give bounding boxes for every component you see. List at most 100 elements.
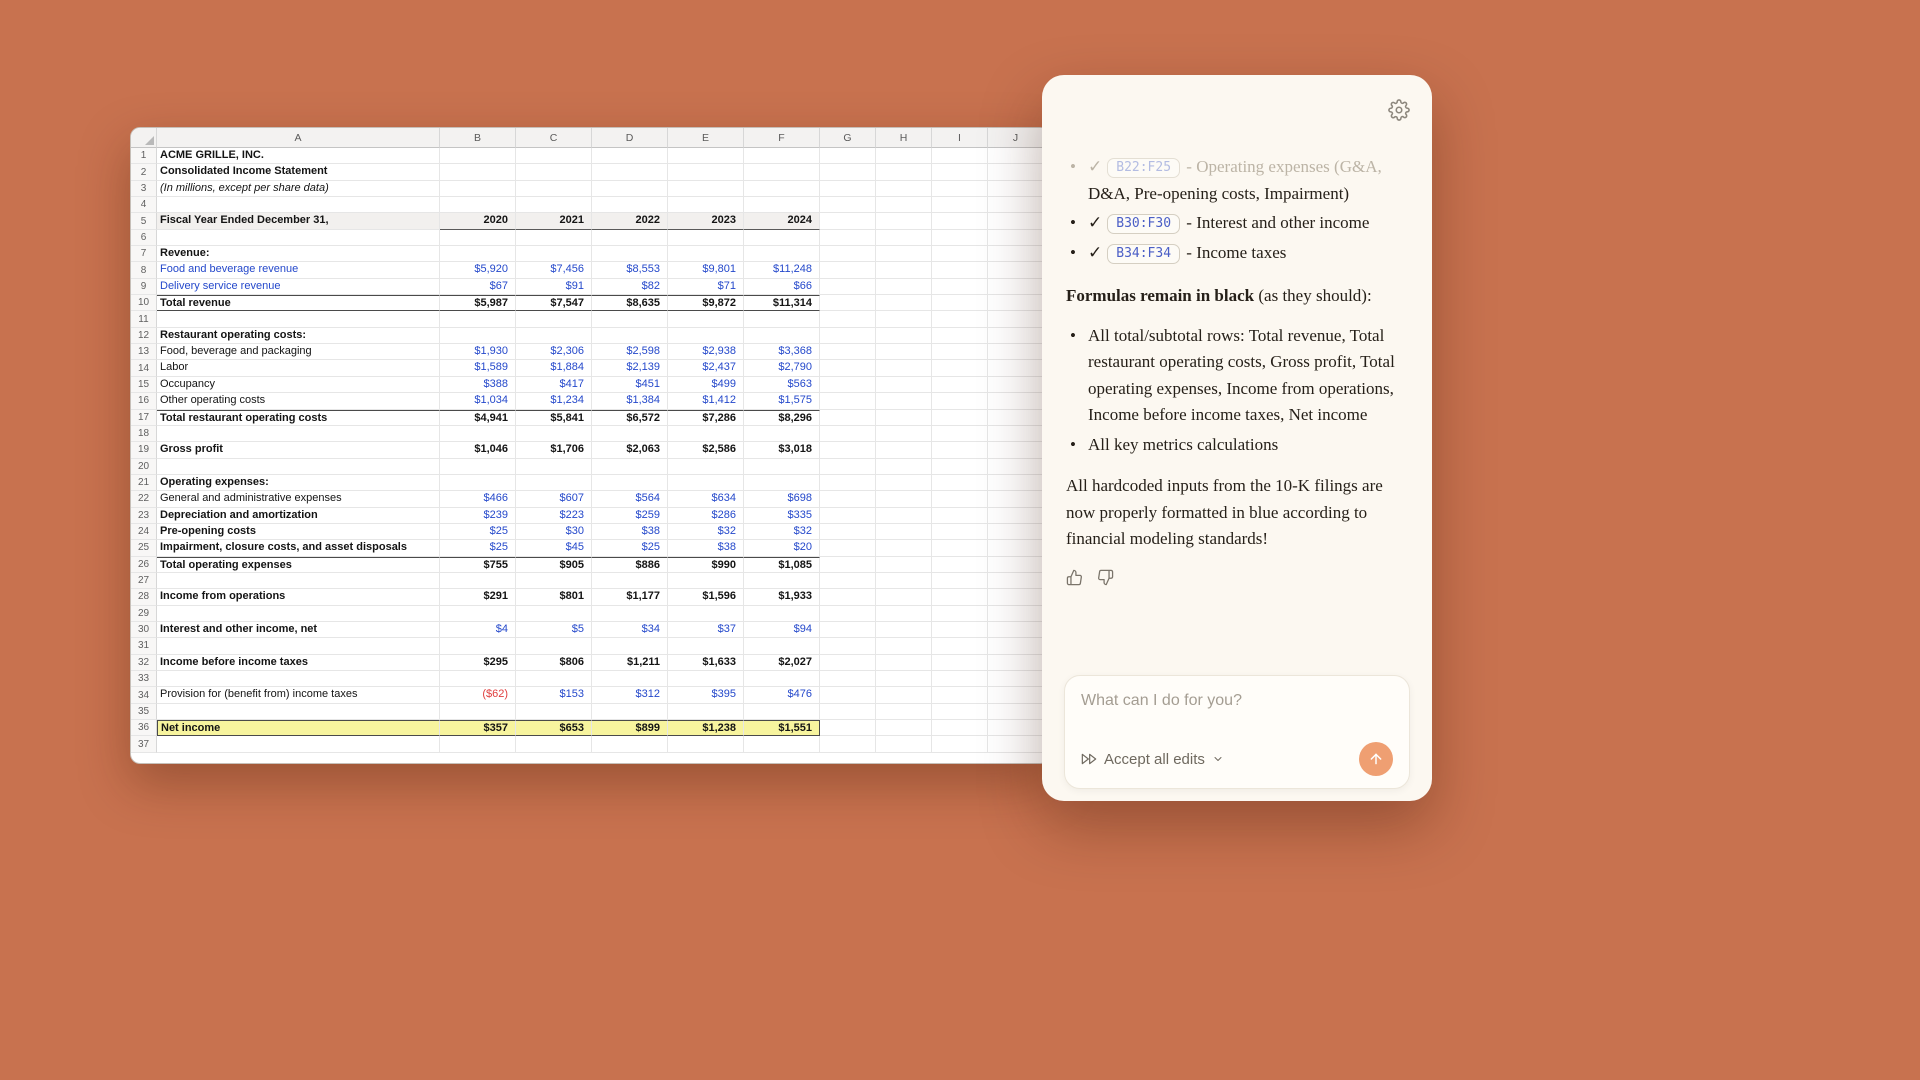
cell-F10[interactable]: $11,314 bbox=[744, 295, 820, 311]
cell-I33[interactable] bbox=[932, 671, 988, 687]
cell-F3[interactable] bbox=[744, 181, 820, 197]
thumbs-down-icon[interactable] bbox=[1097, 569, 1114, 586]
cell-G17[interactable] bbox=[820, 410, 876, 426]
cell-B35[interactable] bbox=[440, 704, 516, 720]
col-header-A[interactable]: A bbox=[157, 128, 440, 148]
cell-H16[interactable] bbox=[876, 393, 932, 409]
cell-H13[interactable] bbox=[876, 344, 932, 360]
cell-I23[interactable] bbox=[932, 508, 988, 524]
cell-J5[interactable] bbox=[988, 213, 1044, 229]
cell-F25[interactable]: $20 bbox=[744, 540, 820, 556]
cell-B30[interactable]: $4 bbox=[440, 622, 516, 638]
cell-H5[interactable] bbox=[876, 213, 932, 229]
cell-E16[interactable]: $1,412 bbox=[668, 393, 744, 409]
row-header-31[interactable]: 31 bbox=[131, 638, 157, 654]
row-header-14[interactable]: 14 bbox=[131, 360, 157, 376]
cell-C23[interactable]: $223 bbox=[516, 508, 592, 524]
cell-B15[interactable]: $388 bbox=[440, 377, 516, 393]
cell-F1[interactable] bbox=[744, 148, 820, 164]
cell-A27[interactable] bbox=[157, 573, 440, 589]
cell-B32[interactable]: $295 bbox=[440, 655, 516, 671]
cell-H36[interactable] bbox=[876, 720, 932, 736]
cell-E5[interactable]: 2023 bbox=[668, 213, 744, 229]
cell-A12[interactable]: Restaurant operating costs: bbox=[157, 328, 440, 344]
cell-C31[interactable] bbox=[516, 638, 592, 654]
cell-F7[interactable] bbox=[744, 246, 820, 262]
cell-G20[interactable] bbox=[820, 459, 876, 475]
col-header-I[interactable]: I bbox=[932, 128, 988, 148]
row-header-6[interactable]: 6 bbox=[131, 230, 157, 246]
cell-A13[interactable]: Food, beverage and packaging bbox=[157, 344, 440, 360]
cell-J35[interactable] bbox=[988, 704, 1044, 720]
cell-G9[interactable] bbox=[820, 279, 876, 295]
cell-A9[interactable]: Delivery service revenue bbox=[157, 279, 440, 295]
cell-D35[interactable] bbox=[592, 704, 668, 720]
cell-E19[interactable]: $2,586 bbox=[668, 442, 744, 458]
cell-I26[interactable] bbox=[932, 557, 988, 573]
cell-E15[interactable]: $499 bbox=[668, 377, 744, 393]
cell-E24[interactable]: $32 bbox=[668, 524, 744, 540]
cell-F33[interactable] bbox=[744, 671, 820, 687]
cell-C17[interactable]: $5,841 bbox=[516, 410, 592, 426]
cell-D34[interactable]: $312 bbox=[592, 687, 668, 703]
cell-E23[interactable]: $286 bbox=[668, 508, 744, 524]
row-header-1[interactable]: 1 bbox=[131, 148, 157, 164]
col-header-C[interactable]: C bbox=[516, 128, 592, 148]
cell-J7[interactable] bbox=[988, 246, 1044, 262]
cell-F36[interactable]: $1,551 bbox=[744, 720, 820, 736]
cell-A19[interactable]: Gross profit bbox=[157, 442, 440, 458]
cell-G10[interactable] bbox=[820, 295, 876, 311]
cell-H6[interactable] bbox=[876, 230, 932, 246]
cell-D7[interactable] bbox=[592, 246, 668, 262]
cell-A36[interactable]: Net income bbox=[157, 720, 440, 736]
cell-H27[interactable] bbox=[876, 573, 932, 589]
cell-A35[interactable] bbox=[157, 704, 440, 720]
cell-A31[interactable] bbox=[157, 638, 440, 654]
cell-H3[interactable] bbox=[876, 181, 932, 197]
cell-I25[interactable] bbox=[932, 540, 988, 556]
cell-C33[interactable] bbox=[516, 671, 592, 687]
row-header-37[interactable]: 37 bbox=[131, 736, 157, 752]
cell-I31[interactable] bbox=[932, 638, 988, 654]
cell-J16[interactable] bbox=[988, 393, 1044, 409]
cell-E20[interactable] bbox=[668, 459, 744, 475]
cell-B19[interactable]: $1,046 bbox=[440, 442, 516, 458]
cell-C21[interactable] bbox=[516, 475, 592, 491]
cell-C13[interactable]: $2,306 bbox=[516, 344, 592, 360]
cell-E37[interactable] bbox=[668, 736, 744, 752]
cell-A18[interactable] bbox=[157, 426, 440, 442]
cell-E13[interactable]: $2,938 bbox=[668, 344, 744, 360]
row-header-24[interactable]: 24 bbox=[131, 524, 157, 540]
cell-A25[interactable]: Impairment, closure costs, and asset dis… bbox=[157, 540, 440, 556]
cell-G27[interactable] bbox=[820, 573, 876, 589]
cell-F27[interactable] bbox=[744, 573, 820, 589]
cell-I12[interactable] bbox=[932, 328, 988, 344]
cell-D16[interactable]: $1,384 bbox=[592, 393, 668, 409]
cell-E11[interactable] bbox=[668, 311, 744, 327]
cell-F32[interactable]: $2,027 bbox=[744, 655, 820, 671]
cell-D8[interactable]: $8,553 bbox=[592, 262, 668, 278]
cell-J2[interactable] bbox=[988, 164, 1044, 180]
cell-I9[interactable] bbox=[932, 279, 988, 295]
col-header-B[interactable]: B bbox=[440, 128, 516, 148]
cell-E2[interactable] bbox=[668, 164, 744, 180]
cell-D19[interactable]: $2,063 bbox=[592, 442, 668, 458]
row-header-12[interactable]: 12 bbox=[131, 328, 157, 344]
cell-G18[interactable] bbox=[820, 426, 876, 442]
cell-H9[interactable] bbox=[876, 279, 932, 295]
row-header-2[interactable]: 2 bbox=[131, 164, 157, 180]
cell-B2[interactable] bbox=[440, 164, 516, 180]
cell-I37[interactable] bbox=[932, 736, 988, 752]
cell-F6[interactable] bbox=[744, 230, 820, 246]
cell-J22[interactable] bbox=[988, 491, 1044, 507]
cell-B18[interactable] bbox=[440, 426, 516, 442]
cell-B7[interactable] bbox=[440, 246, 516, 262]
cell-I24[interactable] bbox=[932, 524, 988, 540]
cell-D31[interactable] bbox=[592, 638, 668, 654]
cell-B20[interactable] bbox=[440, 459, 516, 475]
cell-H32[interactable] bbox=[876, 655, 932, 671]
cell-I21[interactable] bbox=[932, 475, 988, 491]
cell-F28[interactable]: $1,933 bbox=[744, 589, 820, 605]
cell-G3[interactable] bbox=[820, 181, 876, 197]
cell-A2[interactable]: Consolidated Income Statement bbox=[157, 164, 440, 180]
